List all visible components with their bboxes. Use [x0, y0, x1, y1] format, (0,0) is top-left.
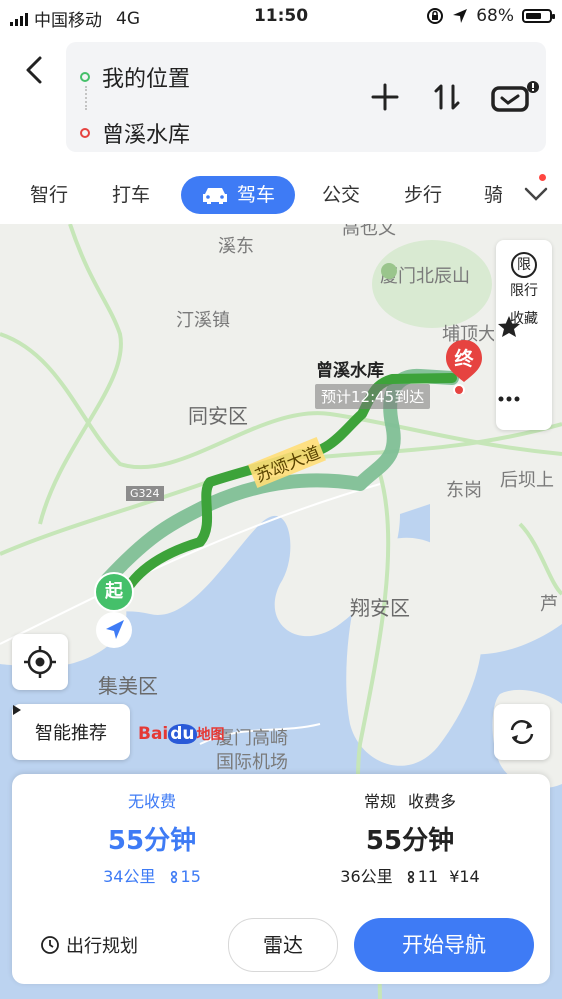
- map-side-panel: 限 限行 收藏: [496, 240, 552, 430]
- traffic-light-icon: [170, 870, 177, 884]
- plan-meta: 36公里 11 ¥14: [280, 863, 540, 887]
- swap-route-icon[interactable]: [430, 80, 464, 114]
- rotation-lock-icon: [427, 8, 444, 24]
- map-label-donggang: 东岗: [446, 480, 482, 501]
- restriction-label: 限行: [510, 283, 538, 299]
- more-options-button[interactable]: [496, 388, 552, 420]
- map-label-lu: 芦: [540, 594, 558, 615]
- map-label-xiangan: 翔安区: [350, 596, 410, 620]
- traffic-light-icon: [407, 870, 414, 884]
- trip-plan-button[interactable]: 出行规划: [40, 932, 138, 958]
- plan-distance: 36公里: [340, 867, 393, 886]
- location-arrow-icon: [453, 9, 468, 23]
- tab-bus[interactable]: 公交: [322, 176, 360, 214]
- origin-text: 我的位置: [102, 67, 191, 92]
- route-connector: [85, 86, 87, 110]
- tab-taxi[interactable]: 打车: [112, 176, 150, 214]
- map-label-jimei: 集美区: [98, 674, 158, 698]
- locate-target-icon: [24, 646, 56, 678]
- tab-drive[interactable]: 驾车: [181, 176, 295, 214]
- map-label-tingxi: 汀溪镇: [176, 310, 230, 331]
- destination-marker[interactable]: 终: [444, 338, 484, 394]
- car-plate-icon[interactable]: [490, 78, 540, 118]
- star-icon: [498, 316, 520, 337]
- car-icon: [202, 188, 227, 204]
- locate-button[interactable]: [12, 634, 68, 690]
- map-label-airport-2: 国际机场: [216, 752, 288, 773]
- radar-button[interactable]: 雷达: [228, 918, 338, 972]
- end-marker-text: 终: [454, 348, 474, 370]
- start-navigation-button[interactable]: 开始导航: [354, 918, 534, 972]
- eta-label: 预计12:45到达: [315, 384, 431, 409]
- traffic-restriction-button[interactable]: 限 限行: [496, 246, 552, 300]
- add-waypoint-icon[interactable]: [368, 80, 402, 114]
- map-label-xiamen-north: 厦门北辰山: [380, 262, 498, 288]
- destination-title: 曾溪水库: [316, 361, 384, 381]
- smart-recommend-button[interactable]: 智能推荐: [12, 704, 130, 760]
- map-label-xidong: 溪东: [218, 236, 254, 257]
- travel-mode-tabs: 智行 打车 驾车 公交 步行 骑: [0, 164, 562, 224]
- caret-right-icon: [13, 705, 21, 715]
- plan-option-free[interactable]: 无收费 55分钟 34公里 15: [22, 788, 282, 887]
- notification-dot: [539, 174, 546, 181]
- route-plans-sheet: 无收费 55分钟 34公里 15 常规 收费多 55分钟 36公里 11 ¥14 …: [12, 774, 550, 984]
- battery-icon: [522, 9, 555, 23]
- map-label-airport-1: 厦门高崎: [216, 728, 288, 749]
- destination-row[interactable]: 曾溪水库: [66, 108, 190, 158]
- tab-walk[interactable]: 步行: [404, 176, 442, 214]
- plan-duration: 55分钟: [107, 826, 197, 856]
- tab-smart[interactable]: 智行: [30, 176, 68, 214]
- refresh-icon: [510, 720, 534, 744]
- plan-meta: 34公里 15: [22, 863, 282, 887]
- map-label-houba: 后坝上: [500, 470, 554, 491]
- current-location-icon: [96, 612, 132, 648]
- route-header: 我的位置 曾溪水库: [0, 34, 562, 164]
- more-dots-icon: [498, 396, 520, 402]
- plan-toll: ¥14: [449, 867, 480, 886]
- map-label-tongan: 同安区: [188, 404, 248, 428]
- back-icon[interactable]: [20, 52, 48, 88]
- baidu-map-logo: Bai du 地图: [138, 724, 225, 744]
- scenic-spot-icon: [381, 263, 397, 279]
- destination-text: 曾溪水库: [102, 123, 191, 148]
- plan-option-regular[interactable]: 常规 收费多 55分钟 36公里 11 ¥14: [280, 788, 540, 887]
- road-shield-g324: G324: [126, 486, 164, 501]
- plan-lights: 15: [180, 867, 201, 886]
- destination-dot-icon: [80, 128, 90, 138]
- map-label-gaoyi: 高也文: [342, 224, 396, 239]
- plan-distance: 34公里: [103, 867, 156, 886]
- trip-plan-label: 出行规划: [66, 936, 138, 957]
- tab-drive-label: 驾车: [236, 184, 275, 206]
- restriction-icon: 限: [511, 252, 537, 278]
- route-card: 我的位置 曾溪水库: [66, 42, 546, 152]
- tab-bike[interactable]: 骑: [484, 176, 502, 214]
- origin-dot-icon: [80, 72, 90, 82]
- chevron-down-icon[interactable]: [524, 186, 548, 202]
- status-bar: 中国移动 4G 11:50 68%: [0, 0, 562, 34]
- smart-recommend-label: 智能推荐: [35, 723, 107, 744]
- refresh-route-button[interactable]: [494, 704, 550, 760]
- plan-tag: 常规 收费多: [363, 792, 457, 811]
- plan-tag: 无收费: [127, 792, 176, 811]
- action-bar: 出行规划 雷达 开始导航: [12, 914, 550, 976]
- battery-percent: 68%: [476, 6, 514, 26]
- plan-duration: 55分钟: [365, 826, 455, 856]
- start-marker[interactable]: 起: [94, 572, 134, 612]
- clock-icon: [41, 936, 59, 954]
- plan-lights: 11: [417, 867, 439, 886]
- favorite-button[interactable]: 收藏: [496, 308, 552, 337]
